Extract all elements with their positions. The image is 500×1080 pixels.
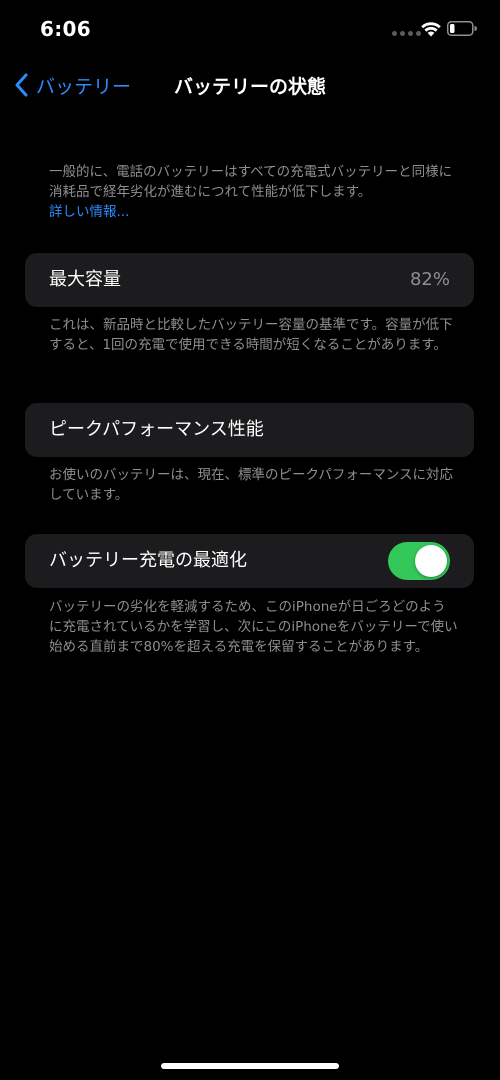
optimized-charging-footnote: バッテリーの劣化を軽減するため、このiPhoneが日ごろどのように充電されている… — [49, 599, 458, 655]
max-capacity-footnote: これは、新品時と比較したバッテリー容量の基準です。容量が低下すると、1回の充電で… — [49, 317, 453, 353]
intro-description: 一般的に、電話のバッテリーはすべての充電式バッテリーと同様に消耗品で経年劣化が進… — [49, 162, 459, 222]
home-indicator[interactable] — [161, 1063, 339, 1069]
intro-text: 一般的に、電話のバッテリーはすべての充電式バッテリーと同様に消耗品で経年劣化が進… — [49, 164, 453, 200]
status-time: 6:06 — [40, 17, 91, 41]
navigation-bar: バッテリー バッテリーの状態 — [0, 60, 500, 110]
wifi-icon — [421, 22, 441, 37]
max-capacity-value: 82% — [409, 269, 450, 290]
optimized-charging-label: バッテリー充電の最適化 — [49, 550, 247, 571]
peak-performance-footnote: お使いのバッテリーは、現在、標準のピークパフォーマンスに対応しています。 — [49, 467, 454, 503]
optimized-charging-row: バッテリー充電の最適化 — [25, 534, 474, 588]
page-title: バッテリーの状態 — [173, 76, 326, 98]
optimized-charging-toggle[interactable] — [388, 542, 450, 580]
toggle-knob — [415, 545, 447, 577]
max-capacity-row: 最大容量 82% — [25, 253, 474, 307]
battery-icon — [447, 21, 477, 36]
max-capacity-label: 最大容量 — [49, 269, 121, 290]
peak-performance-row: ピークパフォーマンス性能 — [25, 403, 474, 457]
status-bar: 6:06 — [0, 0, 500, 60]
peak-performance-label: ピークパフォーマンス性能 — [49, 419, 264, 440]
learn-more-link[interactable]: 詳しい情報... — [49, 204, 129, 220]
signal-dots-icon — [392, 31, 421, 36]
